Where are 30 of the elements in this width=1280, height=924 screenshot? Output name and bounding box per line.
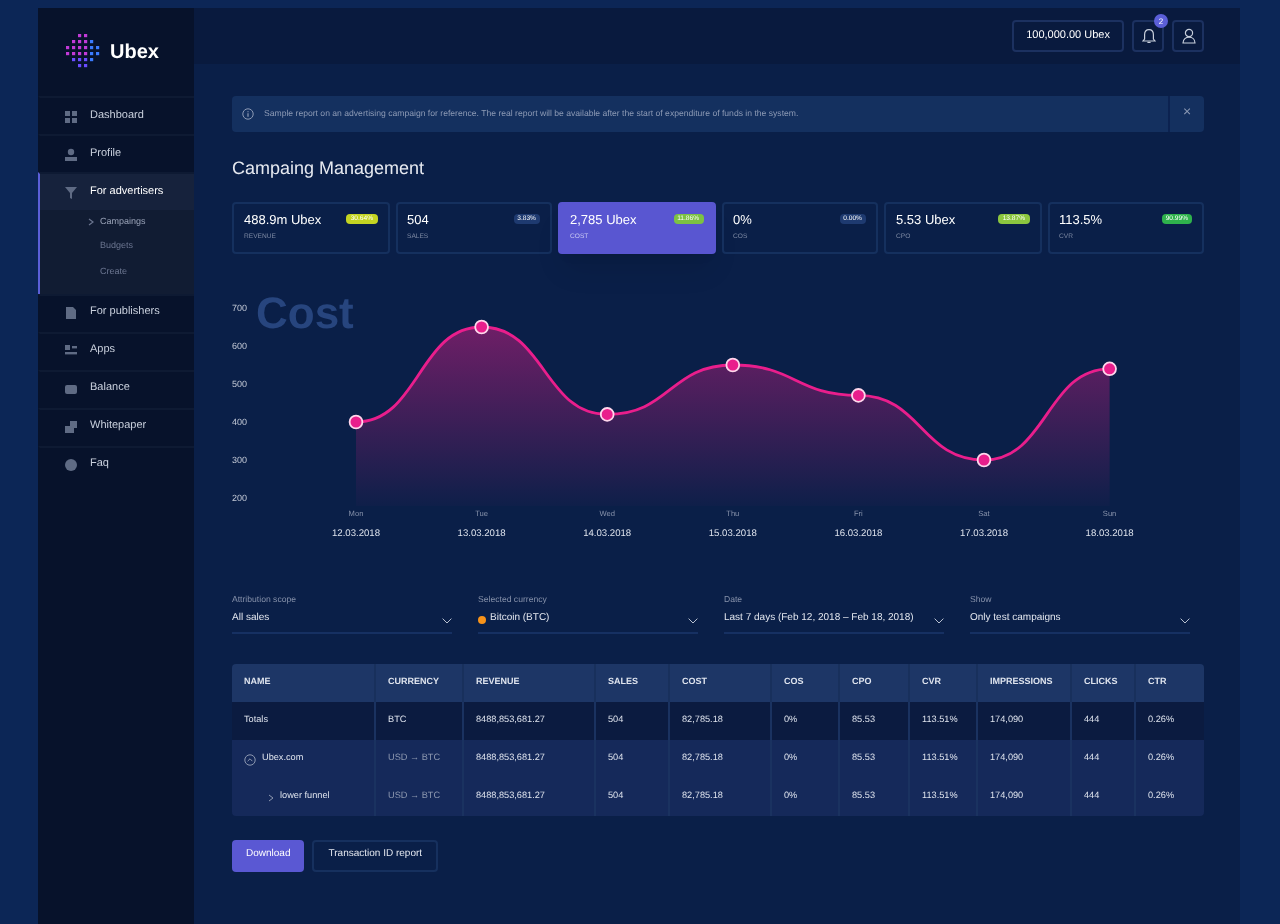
chevron-down-icon (934, 617, 944, 623)
coin-icon (478, 616, 486, 624)
data-point[interactable] (976, 452, 992, 468)
data-point[interactable] (1102, 361, 1117, 377)
info-icon (242, 108, 254, 120)
pages-icon (64, 420, 78, 434)
collapse-toggle-icon[interactable] (244, 753, 256, 765)
funnel-icon (64, 185, 78, 199)
data-point[interactable] (725, 357, 741, 373)
circle-icon (64, 458, 78, 472)
apps-icon (64, 344, 78, 358)
document-icon (64, 306, 78, 320)
user-icon (1181, 28, 1195, 44)
chevron-down-icon (688, 617, 698, 623)
page-title: Campaing Management (232, 158, 427, 180)
chevron-right-icon (88, 218, 94, 227)
data-point[interactable] (599, 407, 615, 422)
data-point[interactable] (348, 414, 364, 430)
logo-text: Ubex (110, 39, 159, 67)
account-button[interactable] (1172, 20, 1204, 52)
user-icon (64, 147, 78, 161)
data-point[interactable] (474, 319, 489, 335)
wallet-icon (64, 382, 78, 396)
logo-icon (66, 34, 102, 70)
grid-icon (64, 109, 78, 123)
bell-icon (1141, 28, 1155, 44)
chevron-right-icon (268, 793, 274, 801)
chevron-down-icon (1180, 617, 1190, 623)
data-point[interactable] (851, 388, 866, 403)
chevron-down-icon (442, 617, 452, 623)
